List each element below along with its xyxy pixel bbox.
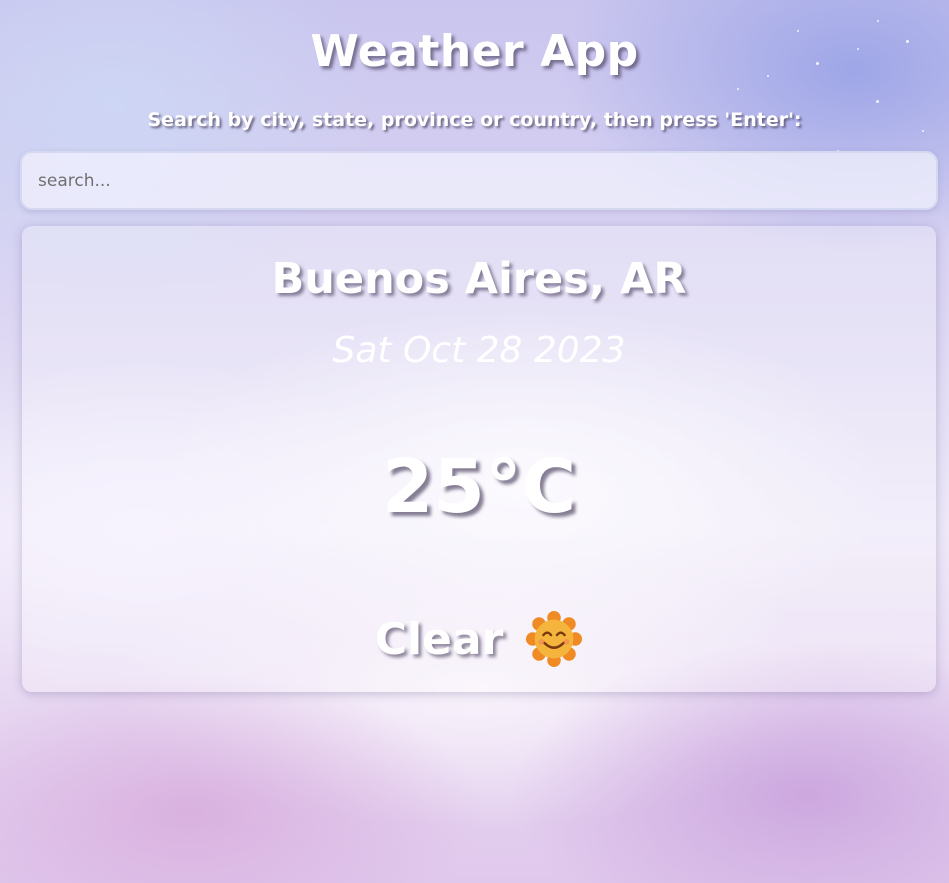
weather-condition: Clear (374, 613, 504, 665)
smiling-sun-icon (526, 610, 583, 668)
weather-card: Buenos Aires, AR Sat Oct 28 2023 25°C Cl… (22, 226, 936, 692)
location-name: Buenos Aires, AR (271, 254, 687, 304)
search-box[interactable] (20, 151, 938, 210)
temperature-value: 25°C (381, 444, 577, 530)
search-input[interactable] (22, 153, 936, 208)
search-instructions: Search by city, state, province or count… (147, 109, 802, 131)
app-title: Weather App (310, 26, 639, 77)
current-date: Sat Oct 28 2023 (332, 330, 626, 371)
condition-row: Clear (22, 610, 936, 668)
